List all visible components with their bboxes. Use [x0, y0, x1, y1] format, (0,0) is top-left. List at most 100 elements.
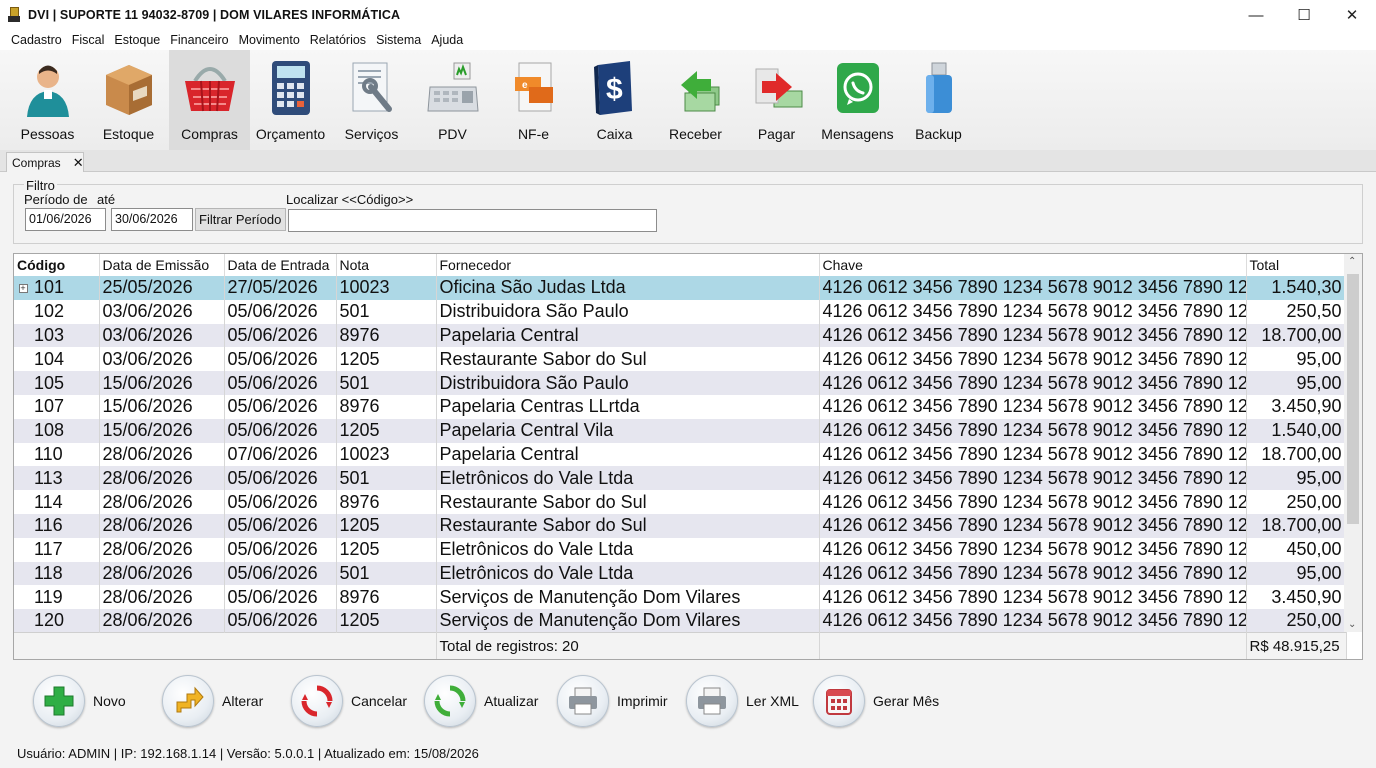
- toolbar-orcamento-button[interactable]: Orçamento: [250, 50, 331, 150]
- column-header-entrada[interactable]: Data de Entrada: [224, 254, 337, 276]
- toolbar-pessoas-button[interactable]: Pessoas: [7, 50, 88, 150]
- toolbar-backup-button[interactable]: Backup: [898, 50, 979, 150]
- purchases-table: Código Data de Emissão Data de Entrada N…: [14, 254, 1347, 659]
- row-emission-date: 28/06/2026: [99, 442, 225, 467]
- row-indicator[interactable]: [14, 561, 32, 586]
- row-access-key: 4126 0612 3456 7890 1234 5678 9012 3456 …: [819, 537, 1247, 562]
- table-row[interactable]: 110 28/06/2026 07/06/2026 10023 Papelaria Ce…: [14, 442, 1347, 467]
- table-row[interactable]: 114 28/06/2026 05/06/2026 8976 Restaurante S…: [14, 490, 1347, 514]
- column-header-fornecedor[interactable]: Fornecedor: [436, 254, 820, 276]
- gerar-mes-button[interactable]: Gerar Mês: [813, 672, 939, 730]
- row-emission-date: 03/06/2026: [99, 299, 225, 324]
- row-indicator[interactable]: [14, 537, 32, 562]
- table-row[interactable]: 117 28/06/2026 05/06/2026 1205 Eletrônicos d…: [14, 537, 1347, 562]
- row-invoice-number: 10023: [336, 276, 437, 300]
- toolbar-pdv-button[interactable]: PDV: [412, 50, 493, 150]
- row-indicator[interactable]: +: [14, 276, 32, 300]
- row-indicator[interactable]: [14, 490, 32, 514]
- tab-compras[interactable]: Compras ✕: [6, 152, 84, 172]
- table-row[interactable]: +101 25/05/2026 27/05/2026 10023 Oficina São…: [14, 276, 1347, 300]
- table-row[interactable]: 120 28/06/2026 05/06/2026 1205 Serviços de M…: [14, 609, 1347, 633]
- cancelar-button[interactable]: Cancelar: [291, 672, 407, 730]
- toolbar-caixa-button[interactable]: $ Caixa: [574, 50, 655, 150]
- menu-relatorios[interactable]: Relatórios: [305, 33, 371, 47]
- toolbar-compras-button[interactable]: Compras: [169, 50, 250, 150]
- scroll-up-icon[interactable]: ⌃: [1348, 256, 1356, 267]
- menu-cadastro[interactable]: Cadastro: [6, 33, 67, 47]
- toolbar-label: Orçamento: [255, 126, 326, 142]
- row-indicator[interactable]: [14, 418, 32, 443]
- row-emission-date: 28/06/2026: [99, 513, 225, 538]
- table-row[interactable]: 119 28/06/2026 05/06/2026 8976 Serviços de M…: [14, 585, 1347, 610]
- table-row[interactable]: 107 15/06/2026 05/06/2026 8976 Papelaria Cen…: [14, 394, 1347, 419]
- row-indicator[interactable]: [14, 347, 32, 372]
- row-indicator[interactable]: [14, 323, 32, 348]
- row-emission-date: 15/06/2026: [99, 418, 225, 443]
- menu-financeiro[interactable]: Financeiro: [165, 33, 233, 47]
- column-header-nota[interactable]: Nota: [336, 254, 437, 276]
- row-indicator[interactable]: [14, 466, 32, 491]
- calculator-icon: [261, 56, 321, 120]
- imprimir-button[interactable]: Imprimir: [557, 672, 668, 730]
- row-indicator[interactable]: [14, 609, 32, 633]
- row-entry-date: 27/05/2026: [224, 276, 337, 300]
- atualizar-button[interactable]: Atualizar: [424, 672, 538, 730]
- date-from-field[interactable]: 01/06/2026: [25, 208, 106, 231]
- table-row[interactable]: 103 03/06/2026 05/06/2026 8976 Papelaria Cen…: [14, 323, 1347, 348]
- row-supplier: Restaurante Sabor do Sul: [436, 490, 820, 514]
- table-row[interactable]: 108 15/06/2026 05/06/2026 1205 Papelaria Cen…: [14, 418, 1347, 443]
- row-supplier: Distribuidora São Paulo: [436, 371, 820, 395]
- scrollbar-thumb[interactable]: [1347, 274, 1359, 524]
- close-tab-icon[interactable]: ✕: [73, 155, 84, 171]
- menu-movimento[interactable]: Movimento: [234, 33, 305, 47]
- column-header-chave[interactable]: Chave: [819, 254, 1247, 276]
- refresh-icon: [424, 675, 476, 727]
- table-row[interactable]: 102 03/06/2026 05/06/2026 501 Distribuidora …: [14, 299, 1347, 324]
- row-indicator[interactable]: [14, 299, 32, 324]
- search-input[interactable]: [288, 209, 657, 232]
- svg-text:$: $: [606, 73, 623, 106]
- grid-vertical-scrollbar[interactable]: ⌃ ⌄: [1344, 254, 1362, 632]
- toolbar-receber-button[interactable]: Receber: [655, 50, 736, 150]
- row-supplier: Serviços de Manutenção Dom Vilares: [436, 609, 820, 633]
- table-row[interactable]: 105 15/06/2026 05/06/2026 501 Distribuidora …: [14, 371, 1347, 395]
- menu-ajuda[interactable]: Ajuda: [426, 33, 468, 47]
- toolbar-estoque-button[interactable]: Estoque: [88, 50, 169, 150]
- column-header-codigo[interactable]: Código: [14, 254, 100, 276]
- menu-fiscal[interactable]: Fiscal: [67, 33, 110, 47]
- alterar-button[interactable]: Alterar: [162, 672, 263, 730]
- expand-row-icon[interactable]: +: [18, 283, 28, 293]
- menu-sistema[interactable]: Sistema: [371, 33, 426, 47]
- toolbar-pagar-button[interactable]: Pagar: [736, 50, 817, 150]
- row-code: 108: [32, 418, 100, 443]
- novo-button[interactable]: Novo: [33, 672, 126, 730]
- row-indicator[interactable]: [14, 513, 32, 538]
- row-code: 119: [32, 585, 100, 610]
- menu-estoque[interactable]: Estoque: [109, 33, 165, 47]
- filter-period-button[interactable]: Filtrar Período: [195, 208, 286, 231]
- toolbar-mensagens-button[interactable]: Mensagens: [817, 50, 898, 150]
- row-indicator[interactable]: [14, 394, 32, 419]
- row-access-key: 4126 0612 3456 7890 1234 5678 9012 3456 …: [819, 323, 1247, 348]
- row-total: 18.700,00: [1246, 513, 1347, 538]
- window-controls: — ☐ ✕: [1232, 0, 1376, 30]
- table-row[interactable]: 104 03/06/2026 05/06/2026 1205 Restaurante S…: [14, 347, 1347, 372]
- close-button[interactable]: ✕: [1328, 0, 1376, 30]
- row-indicator[interactable]: [14, 442, 32, 467]
- date-to-field[interactable]: 30/06/2026: [111, 208, 193, 231]
- table-row[interactable]: 116 28/06/2026 05/06/2026 1205 Restaurante S…: [14, 513, 1347, 538]
- row-indicator[interactable]: [14, 371, 32, 395]
- toolbar-servicos-button[interactable]: Serviços: [331, 50, 412, 150]
- row-supplier: Oficina São Judas Ltda: [436, 276, 820, 300]
- action-label: Atualizar: [484, 693, 539, 709]
- table-row[interactable]: 113 28/06/2026 05/06/2026 501 Eletrônicos do…: [14, 466, 1347, 491]
- ler-xml-button[interactable]: Ler XML: [686, 672, 799, 730]
- maximize-button[interactable]: ☐: [1280, 0, 1328, 30]
- table-row[interactable]: 118 28/06/2026 05/06/2026 501 Eletrônicos do…: [14, 561, 1347, 586]
- row-indicator[interactable]: [14, 585, 32, 610]
- column-header-emissao[interactable]: Data de Emissão: [99, 254, 225, 276]
- toolbar-nfe-button[interactable]: e NF-e: [493, 50, 574, 150]
- minimize-button[interactable]: —: [1232, 0, 1280, 30]
- column-header-total[interactable]: Total: [1246, 254, 1347, 276]
- scroll-down-icon[interactable]: ⌄: [1348, 619, 1356, 630]
